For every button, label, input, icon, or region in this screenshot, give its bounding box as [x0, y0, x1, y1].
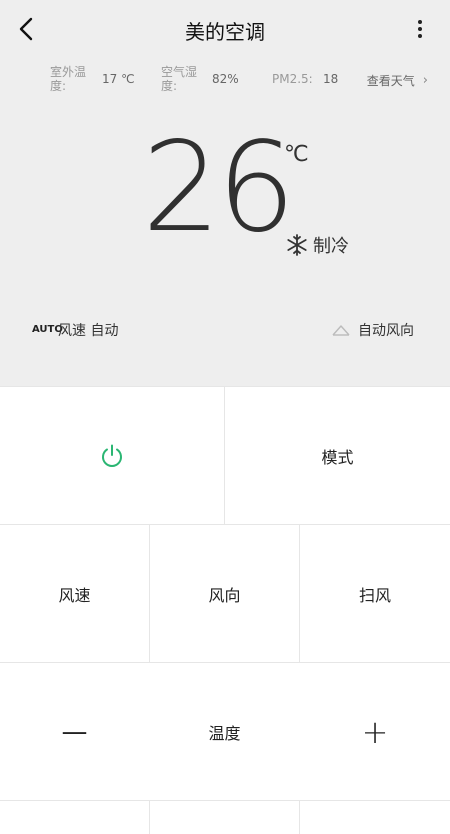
wind-direction-label: 自动风向 [358, 323, 414, 339]
environment-stats: 室外温度: 17 ℃ 空气湿度: 82% PM2.5: 18 查看天气 › [0, 62, 450, 98]
divider [0, 800, 450, 801]
view-weather-label: 查看天气 [366, 74, 415, 88]
mode-indicator: 制冷 [285, 232, 349, 258]
fan-speed-button[interactable]: 风速 [0, 525, 149, 662]
divider [149, 801, 150, 834]
humidity-value: 82% [212, 72, 239, 86]
temperature-increase-button[interactable]: + [300, 663, 450, 800]
more-button[interactable] [410, 16, 430, 42]
temperature-label: 温度 [208, 723, 241, 743]
wind-direction-status: 自动风向 [332, 320, 414, 340]
header-bar: 美的空调 [0, 0, 450, 58]
divider [299, 801, 300, 834]
wind-direction-icon [332, 325, 350, 336]
swing-button-label: 扫风 [358, 585, 391, 605]
outdoor-temp-value: 17 ℃ [102, 72, 135, 86]
snowflake-icon [287, 234, 307, 256]
power-button[interactable] [0, 387, 224, 524]
minus-icon: — [61, 716, 88, 747]
mode-label: 制冷 [313, 236, 349, 257]
wind-direction-button-label: 风向 [208, 585, 241, 605]
plus-icon: + [361, 712, 389, 751]
power-icon [102, 444, 122, 467]
page-title: 美的空调 [185, 20, 265, 44]
temperature-label-cell: 温度 [150, 663, 299, 800]
outdoor-temp-label: 室外温度: [50, 65, 87, 93]
wind-direction-button[interactable]: 风向 [150, 525, 299, 662]
mode-button-label: 模式 [321, 447, 354, 467]
temperature-decrease-button[interactable]: — [0, 663, 149, 800]
mode-button[interactable]: 模式 [225, 387, 450, 524]
temperature-unit: ℃ [284, 142, 309, 167]
swing-button[interactable]: 扫风 [300, 525, 450, 662]
pm25-label: PM2.5: [272, 72, 313, 86]
fan-speed-status: 风速 自动 [58, 323, 119, 339]
pm25-value: 18 [323, 72, 339, 86]
view-weather-link[interactable]: 查看天气 › [367, 72, 428, 89]
humidity-label: 空气湿度: [161, 65, 198, 93]
status-row: AUTO 风速 自动 自动风向 [0, 318, 450, 344]
chevron-right-icon: › [422, 73, 428, 88]
status-panel: 美的空调 室外温度: 17 ℃ 空气湿度: 82% PM2.5: 18 查看天气… [0, 0, 450, 386]
temperature-display: 26 [142, 116, 296, 260]
more-vertical-icon [418, 20, 422, 38]
fan-speed-button-label: 风速 [58, 585, 91, 605]
